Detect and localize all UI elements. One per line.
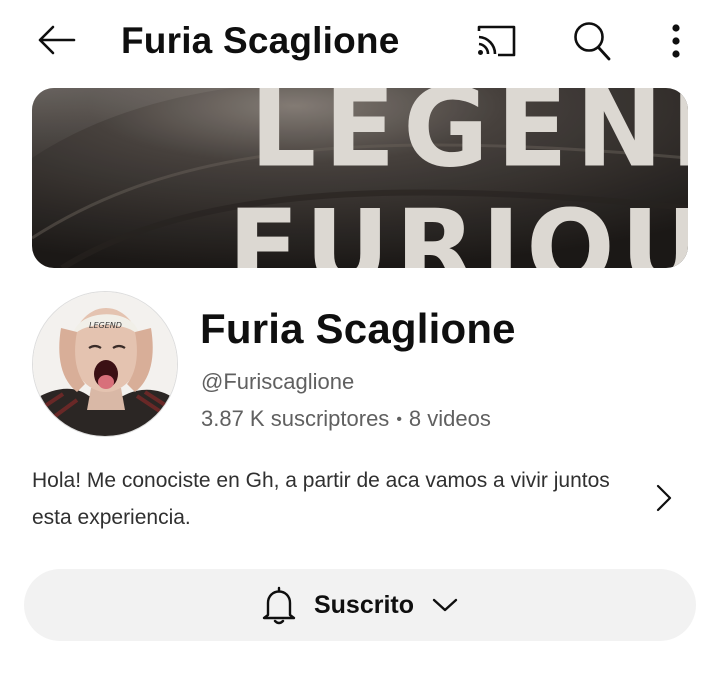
avatar[interactable]: LEGEND — [32, 291, 178, 437]
banner-image: LEGEND FURIOUS — [32, 88, 688, 268]
more-vertical-icon — [672, 24, 680, 58]
cast-button[interactable] — [470, 18, 522, 64]
channel-name: Furia Scaglione — [200, 305, 516, 352]
arrow-left-icon — [38, 25, 76, 55]
search-button[interactable] — [566, 16, 618, 66]
subscribed-label: Suscrito — [313, 591, 415, 619]
page-title: Furia Scaglione — [121, 20, 400, 61]
description-expand-button[interactable] — [648, 478, 680, 518]
more-options-button[interactable] — [658, 16, 694, 66]
search-icon — [574, 22, 611, 61]
video-count: 8 videos — [408, 406, 491, 431]
channel-handle: @Furiscaglione — [201, 369, 355, 394]
avatar-tattoo-text: LEGEND — [89, 321, 122, 330]
top-app-bar: Furia Scaglione — [0, 0, 720, 84]
bell-icon — [262, 585, 298, 625]
channel-stats: 3.87 K suscriptores • 8 videos — [201, 404, 491, 435]
back-button[interactable] — [32, 18, 80, 62]
channel-description[interactable]: Hola! Me conociste en Gh, a partir de ac… — [32, 462, 632, 536]
subscribed-button[interactable]: Suscrito — [24, 569, 696, 641]
avatar-image: LEGEND — [33, 292, 177, 436]
subscriber-count: 3.87 K suscriptores — [201, 406, 390, 431]
cast-icon — [477, 25, 516, 57]
channel-banner[interactable]: LEGEND FURIOUS — [32, 88, 688, 268]
chevron-down-icon — [432, 597, 458, 613]
stats-separator: • — [396, 411, 402, 428]
chevron-right-icon — [656, 484, 672, 512]
